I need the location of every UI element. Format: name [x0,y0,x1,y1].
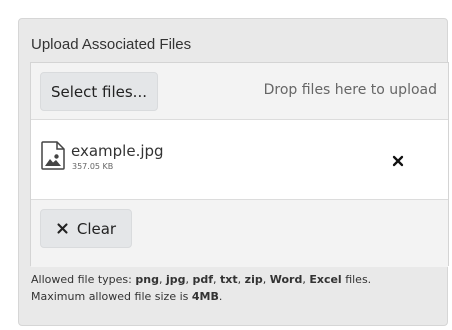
panel-title: Upload Associated Files [31,36,192,53]
file-size: 357.05 KB [72,162,114,171]
upload-actions: Clear [31,200,448,267]
clear-button[interactable]: Clear [40,209,132,248]
max-size-line: Maximum allowed file size is 4MB. [31,288,441,305]
upload-rules-text: Allowed file types: png, jpg, pdf, txt, … [31,271,441,305]
clear-button-label: Clear [76,219,117,238]
file-type-txt: txt [220,273,238,286]
max-size-prefix: Maximum allowed file size is [31,290,192,303]
max-size-suffix: . [218,290,223,303]
close-icon [57,223,68,234]
remove-file-button[interactable] [390,153,406,169]
allowed-types-prefix: Allowed file types: [31,273,136,286]
file-type-pdf: pdf [192,273,214,286]
file-type-word: Word [269,273,303,286]
close-icon [392,155,404,167]
file-name: example.jpg [71,142,164,160]
allowed-types-suffix: files. [341,273,372,286]
allowed-types-line: Allowed file types: png, jpg, pdf, txt, … [31,273,372,286]
image-file-icon [41,141,65,170]
file-type-jpg: jpg [165,273,186,286]
uploaded-file-row: example.jpg 357.05 KB [31,120,448,200]
drop-zone[interactable]: Select files... Drop files here to uploa… [31,63,448,120]
select-files-button[interactable]: Select files... [40,72,158,111]
drop-files-hint: Drop files here to upload [263,82,437,98]
max-file-size: 4MB [191,290,219,303]
file-type-png: png [135,273,159,286]
upload-panel: Upload Associated Files Select files... … [18,18,449,326]
file-type-zip: zip [244,273,263,286]
file-upload-widget: Select files... Drop files here to uploa… [30,62,449,267]
file-type-excel: Excel [309,273,342,286]
